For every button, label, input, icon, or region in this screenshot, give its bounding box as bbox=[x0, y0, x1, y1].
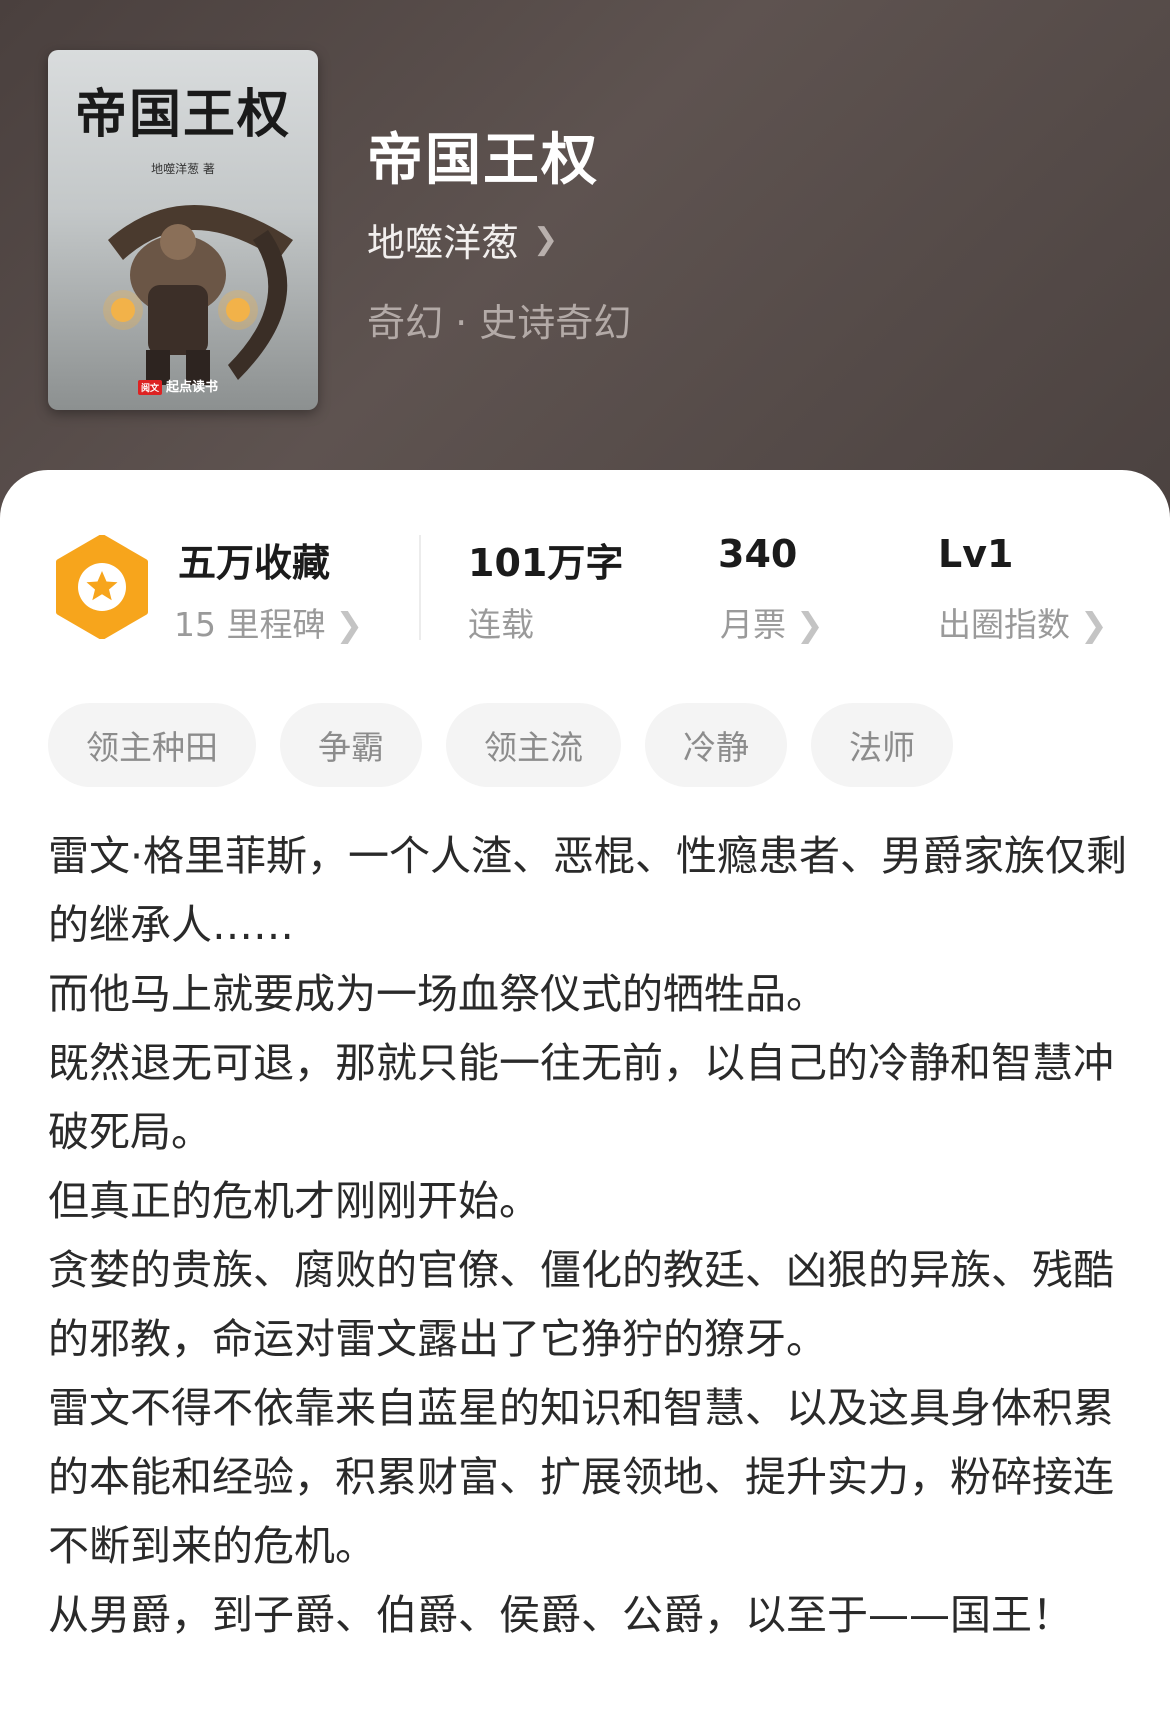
description-paragraph: 雷文·格里菲斯，一个人渣、恶棍、性瘾患者、男爵家族仅剩的继承人…… bbox=[48, 832, 1128, 949]
book-description: 雷文·格里菲斯，一个人渣、恶棍、性瘾患者、男爵家族仅剩的继承人…… 而他马上就要… bbox=[48, 822, 1128, 1650]
star-badge-icon bbox=[56, 535, 148, 639]
description-paragraph: 既然退无可退，那就只能一往无前，以自己的冷静和智慧冲破死局。 bbox=[48, 1039, 1114, 1156]
description-paragraph: 贪婪的贵族、腐败的官僚、僵化的教廷、凶狠的异族、残酷的邪教，命运对雷文露出了它狰… bbox=[48, 1246, 1114, 1363]
author-name: 地噬洋葱 bbox=[367, 221, 520, 265]
book-title: 帝国王权 bbox=[367, 128, 599, 193]
chevron-right-icon: ❯ bbox=[1080, 605, 1108, 644]
tag-chip[interactable]: 冷静 bbox=[645, 703, 787, 787]
word-count: 101万字 bbox=[468, 541, 624, 585]
tag-chip[interactable]: 法师 bbox=[811, 703, 953, 787]
monthly-ticket-count: 340 bbox=[718, 532, 798, 576]
description-paragraph: 但真正的危机才刚刚开始。 bbox=[48, 1177, 540, 1225]
status-label: 连载 bbox=[468, 605, 534, 644]
brand-badge: 阅文 bbox=[138, 380, 163, 395]
chevron-right-icon: ❯ bbox=[335, 605, 364, 644]
stat-divider bbox=[419, 535, 421, 640]
milestone-link[interactable]: 15 里程碑 ❯ bbox=[174, 598, 363, 646]
book-cover[interactable]: 帝国王权 地噬洋葱 著 阅文 起点读书 bbox=[48, 50, 318, 410]
brand-name: 起点读书 bbox=[166, 380, 219, 395]
book-genre: 奇幻 · 史诗奇幻 bbox=[367, 301, 632, 345]
description-paragraph: 而他马上就要成为一场血祭仪式的牺牲品。 bbox=[48, 970, 827, 1018]
popularity-level: Lv1 bbox=[938, 532, 1014, 576]
description-paragraph: 雷文不得不依靠来自蓝星的知识和智慧、以及这具身体积累的本能和经验，积累财富、扩展… bbox=[48, 1384, 1114, 1570]
tag-chip[interactable]: 领主种田 bbox=[48, 703, 256, 787]
tag-chip[interactable]: 领主流 bbox=[446, 703, 621, 787]
tag-list: 领主种田 争霸 领主流 冷静 法师 bbox=[48, 703, 953, 787]
tag-chip[interactable]: 争霸 bbox=[280, 703, 422, 787]
author-link[interactable]: 地噬洋葱 ❯ bbox=[367, 212, 558, 267]
milestone-label: 15 里程碑 bbox=[174, 605, 326, 644]
cover-author: 地噬洋葱 著 bbox=[151, 162, 215, 176]
cover-art bbox=[103, 205, 293, 385]
description-paragraph: 从男爵，到子爵、伯爵、侯爵、公爵，以至于——国王！ bbox=[48, 1591, 1073, 1639]
collect-count: 五万收藏 bbox=[178, 541, 331, 585]
monthly-ticket-label: 月票 bbox=[720, 605, 786, 644]
popularity-label: 出圈指数 bbox=[938, 605, 1070, 644]
popularity-link[interactable]: 出圈指数 ❯ bbox=[938, 598, 1108, 646]
cover-brand: 阅文 起点读书 bbox=[138, 376, 218, 395]
monthly-ticket-link[interactable]: 月票 ❯ bbox=[720, 598, 824, 646]
chevron-right-icon: ❯ bbox=[533, 222, 559, 257]
cover-title: 帝国王权 bbox=[74, 85, 291, 145]
chevron-right-icon: ❯ bbox=[796, 605, 824, 644]
